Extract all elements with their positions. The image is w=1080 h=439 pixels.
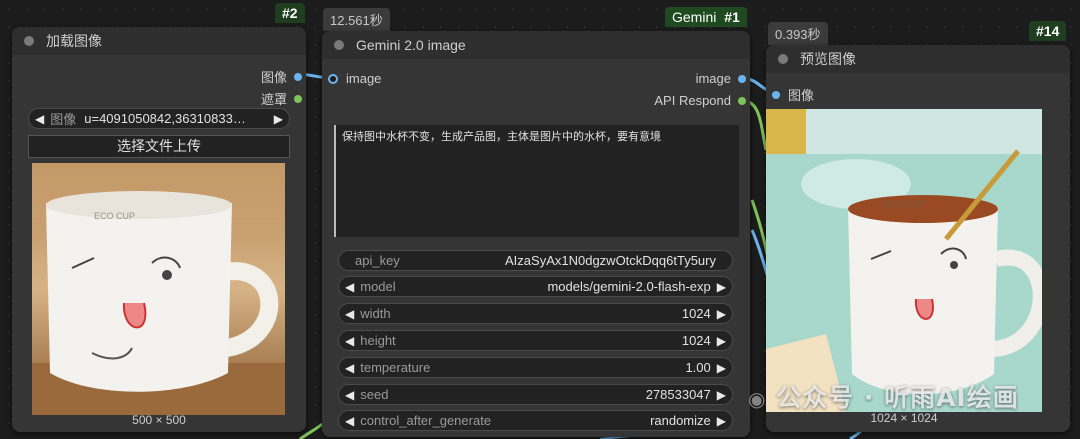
widget-value: 1024 <box>681 333 711 348</box>
cup-label: ECO CUP <box>884 199 925 209</box>
collapse-dot-icon[interactable] <box>24 36 34 46</box>
cup-label: ECO CUP <box>94 211 135 221</box>
node-title: 加载图像 <box>46 33 102 49</box>
node-title: Gemini 2.0 image <box>356 37 466 53</box>
node-id-badge: Gemini #1 <box>665 7 747 27</box>
widget-control-after-generate[interactable]: ◀ control_after_generate randomize ▶ <box>338 410 733 431</box>
widget-value: 1024 <box>681 306 711 321</box>
node-id-badge: #14 <box>1029 21 1067 41</box>
watermark-text: 公众号 · 听雨AI绘画 <box>776 383 1019 412</box>
widget-value: 278533047 <box>645 387 711 402</box>
image-size-caption: 500 × 500 <box>132 413 186 427</box>
node-title: 预览图像 <box>800 51 856 67</box>
node-id-badge: #2 <box>275 3 305 23</box>
output-slot-image[interactable]: 图像 <box>261 67 302 86</box>
widget-label: model <box>360 279 396 294</box>
node-id-tag: Gemini <box>672 9 717 25</box>
widget-value: models/gemini-2.0-flash-exp <box>547 279 711 294</box>
widget-model[interactable]: ◀ model models/gemini-2.0-flash-exp ▶ <box>338 276 733 297</box>
input-label: 图像 <box>788 88 815 103</box>
slot-dot-icon[interactable] <box>738 96 746 105</box>
wechat-icon: ◉ <box>748 387 767 411</box>
widget-label: height <box>360 333 396 348</box>
output-label-image: 图像 <box>260 70 287 85</box>
input-label: image <box>346 71 382 86</box>
widget-height[interactable]: ◀ height 1024 ▶ <box>338 330 733 351</box>
arrow-right-icon[interactable]: ▶ <box>711 388 732 402</box>
execution-time: 12.561秒 <box>323 8 390 31</box>
output-slot-mask[interactable]: 遮罩 <box>261 89 302 108</box>
widget-label: 图像 <box>50 112 77 127</box>
input-slot-image[interactable]: image <box>328 71 381 86</box>
output-label-api: API Respond <box>654 93 731 108</box>
output-label-image: image <box>695 71 731 86</box>
input-slot-image[interactable]: 图像 <box>772 85 814 104</box>
widget-label: control_after_generate <box>360 413 492 428</box>
output-slot-api-respond[interactable]: API Respond <box>654 93 746 108</box>
load-image-node[interactable]: 加载图像 图像 遮罩 ◀ 图像 u=4091050842,36310833… ▶… <box>12 27 306 432</box>
widget-width[interactable]: ◀ width 1024 ▶ <box>338 303 733 324</box>
widget-seed[interactable]: ◀ seed 278533047 ▶ <box>338 384 733 405</box>
slot-dot-icon[interactable] <box>772 90 780 99</box>
output-slot-image[interactable]: image <box>696 71 746 86</box>
arrow-left-icon[interactable]: ◀ <box>339 361 360 375</box>
node-title-bar[interactable]: 加载图像 <box>12 27 306 55</box>
arrow-right-icon[interactable]: ▶ <box>711 280 732 294</box>
preview-image-node[interactable]: 预览图像 图像 ECO CUP 1024 × 1024 <box>766 45 1070 432</box>
loaded-image: ECO CUP <box>32 163 285 415</box>
arrow-left-icon[interactable]: ◀ <box>339 307 360 321</box>
slot-dot-icon[interactable] <box>328 73 338 84</box>
arrow-right-icon[interactable]: ▶ <box>711 414 732 428</box>
preview-image: ECO CUP <box>766 109 1042 412</box>
execution-time: 0.393秒 <box>768 22 828 45</box>
slot-dot-icon[interactable] <box>294 72 302 81</box>
arrow-left-icon[interactable]: ◀ <box>339 414 360 428</box>
widget-value: u=4091050842,36310833… <box>84 111 246 126</box>
node-title-bar[interactable]: Gemini 2.0 image <box>322 31 750 59</box>
widget-label: seed <box>360 387 389 402</box>
widget-label: width <box>360 306 391 321</box>
upload-button[interactable]: 选择文件上传 <box>28 135 290 158</box>
node-title-bar[interactable]: 预览图像 <box>766 45 1070 73</box>
gemini-node[interactable]: Gemini 2.0 image image image API Respond… <box>322 31 750 437</box>
widget-value: AIzaSyAx1N0dgzwOtckDqq6tTy5ury <box>505 253 716 268</box>
arrow-left-icon[interactable]: ◀ <box>29 112 50 126</box>
arrow-right-icon[interactable]: ▶ <box>711 361 732 375</box>
prompt-textarea[interactable]: 保持图中水杯不变，生成产品图，主体是图片中的水杯，要有意境 <box>334 125 739 237</box>
collapse-dot-icon[interactable] <box>778 54 788 64</box>
widget-temperature[interactable]: ◀ temperature 1.00 ▶ <box>338 357 733 378</box>
image-combo-widget[interactable]: ◀ 图像 u=4091050842,36310833… ▶ <box>28 108 290 129</box>
node-id: #1 <box>724 9 740 25</box>
widget-value: randomize <box>650 413 711 428</box>
widget-label: api_key <box>355 253 400 268</box>
arrow-right-icon[interactable]: ▶ <box>711 334 732 348</box>
slot-dot-icon[interactable] <box>738 74 746 83</box>
arrow-right-icon[interactable]: ▶ <box>268 112 289 126</box>
slot-dot-icon[interactable] <box>294 94 302 103</box>
watermark: ◉ 公众号 · 听雨AI绘画 <box>748 378 1019 414</box>
arrow-left-icon[interactable]: ◀ <box>339 334 360 348</box>
arrow-left-icon[interactable]: ◀ <box>339 280 360 294</box>
widget-label: temperature <box>360 360 431 375</box>
collapse-dot-icon[interactable] <box>334 40 344 50</box>
arrow-left-icon[interactable]: ◀ <box>339 388 360 402</box>
arrow-right-icon[interactable]: ▶ <box>711 307 732 321</box>
output-label-mask: 遮罩 <box>260 92 287 107</box>
widget-value: 1.00 <box>685 360 711 375</box>
widget-api-key[interactable]: api_key AIzaSyAx1N0dgzwOtckDqq6tTy5ury <box>338 250 733 271</box>
